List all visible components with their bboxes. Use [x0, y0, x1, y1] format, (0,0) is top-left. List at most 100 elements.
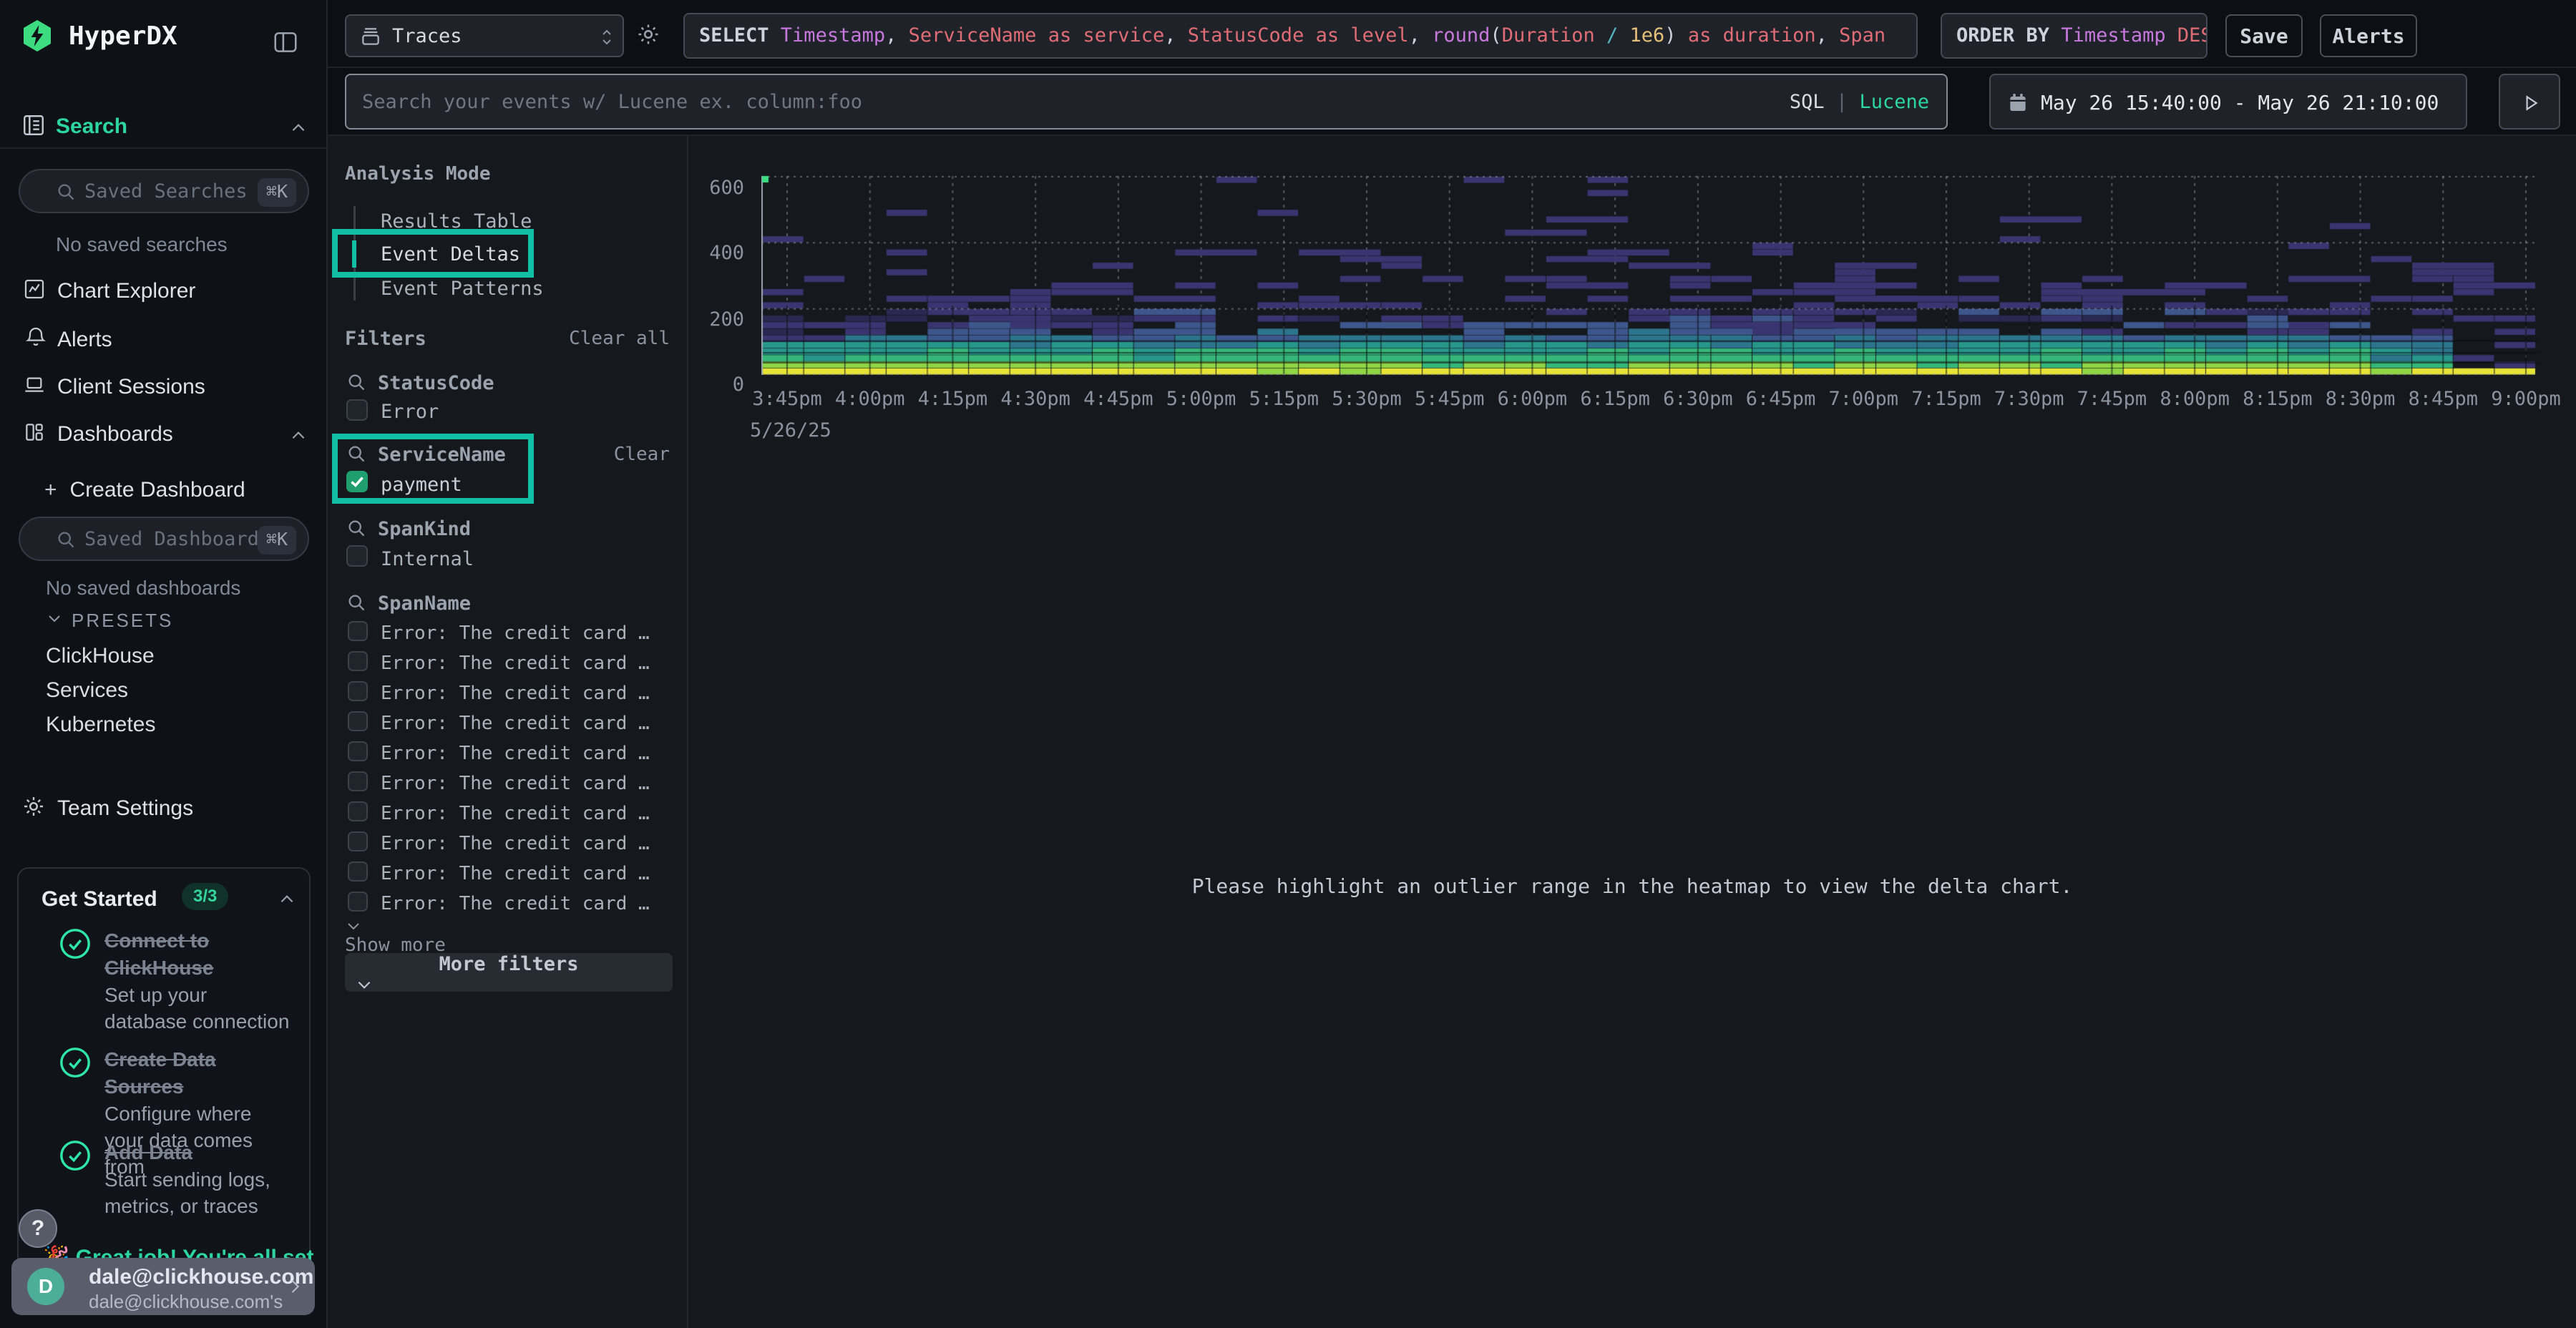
checkbox-error[interactable]: [346, 399, 368, 421]
saved-dashboards-input[interactable]: Saved Dashboards ⌘K: [19, 517, 309, 561]
get-started-progress-badge: 3/3: [182, 883, 228, 910]
sidebar-item-chart-explorer[interactable]: Chart Explorer: [57, 279, 195, 303]
search-icon: [56, 529, 76, 550]
get-started-item[interactable]: Add Data Start sending logs, metrics, or…: [59, 1139, 295, 1219]
span-name-row[interactable]: Error: The credit card …: [328, 860, 688, 890]
search-icon: [346, 372, 366, 392]
filter-group-servicename[interactable]: ServiceName: [378, 444, 506, 466]
checkbox-internal[interactable]: [346, 545, 368, 567]
span-name-option-label: Error: The credit card …: [381, 713, 650, 734]
clear-link[interactable]: Clear: [614, 444, 670, 465]
span-name-row[interactable]: Error: The credit card …: [328, 620, 688, 650]
x-tick-label: 6:00pm: [1498, 388, 1568, 410]
span-name-row[interactable]: Error: The credit card …: [328, 800, 688, 830]
show-more-link[interactable]: Show more: [345, 917, 446, 956]
x-axis-date: 5/26/25: [750, 419, 831, 441]
sidebar-item-client-sessions[interactable]: Client Sessions: [57, 375, 205, 399]
filter-group-spanname[interactable]: SpanName: [378, 592, 471, 615]
filter-option-payment[interactable]: payment: [381, 474, 462, 496]
sql-query-input[interactable]: SELECT Timestamp, ServiceName as service…: [683, 13, 1918, 59]
clear-all-link[interactable]: Clear all: [569, 328, 670, 349]
lang-toggle-sql[interactable]: SQL: [1790, 91, 1825, 113]
checkbox-span-name[interactable]: [348, 831, 368, 851]
saved-searches-input[interactable]: Saved Searches ⌘K: [19, 169, 309, 213]
check-icon: [348, 472, 366, 491]
mode-event-patterns[interactable]: Event Patterns: [381, 278, 544, 300]
search-icon: [346, 518, 366, 538]
avatar: D: [27, 1268, 64, 1305]
delta-chart-empty-message: Please highlight an outlier range in the…: [688, 874, 2576, 898]
preset-services[interactable]: Services: [46, 678, 128, 703]
active-mode-indicator: [352, 240, 356, 268]
span-name-row[interactable]: Error: The credit card …: [328, 740, 688, 770]
x-tick-label: 7:00pm: [1829, 388, 1899, 410]
plus-icon: +: [44, 478, 57, 502]
chevron-up-icon[interactable]: [278, 890, 296, 909]
no-saved-searches-note: No saved searches: [56, 233, 228, 256]
sidebar-item-team-settings[interactable]: Team Settings: [57, 796, 193, 821]
checkbox-payment[interactable]: [346, 471, 368, 492]
run-query-button[interactable]: [2499, 74, 2560, 130]
mode-event-deltas[interactable]: Event Deltas: [381, 243, 520, 265]
gear-icon[interactable]: [635, 21, 661, 47]
span-name-row[interactable]: Error: The credit card …: [328, 890, 688, 920]
checkbox-span-name[interactable]: [348, 861, 368, 882]
checkbox-span-name[interactable]: [348, 801, 368, 821]
span-name-row[interactable]: Error: The credit card …: [328, 710, 688, 740]
x-tick-label: 8:30pm: [2326, 388, 2396, 410]
filter-group-spankind[interactable]: SpanKind: [378, 518, 471, 540]
database-icon: [359, 25, 382, 48]
filter-option-internal[interactable]: Internal: [381, 548, 474, 570]
checkbox-span-name[interactable]: [348, 741, 368, 761]
heatmap-pane: 0200400600 3:45pm4:00pm4:15pm4:30pm4:45p…: [688, 136, 2576, 1328]
sidebar-collapse-icon[interactable]: [272, 29, 299, 56]
more-filters-button[interactable]: More filters: [345, 953, 673, 992]
chevron-up-icon[interactable]: [289, 119, 308, 137]
sidebar-item-dashboards[interactable]: Dashboards: [57, 422, 173, 446]
get-started-item-desc: Set up your database connection: [104, 982, 295, 1035]
checkbox-span-name[interactable]: [348, 892, 368, 912]
span-name-row[interactable]: Error: The credit card …: [328, 650, 688, 680]
presets-label[interactable]: PRESETS: [72, 610, 173, 632]
user-email: dale@clickhouse.com: [89, 1265, 313, 1289]
x-tick-label: 5:00pm: [1166, 388, 1236, 410]
get-started-card: Get Started 3/3 Connect to ClickHouse Se…: [17, 867, 311, 1281]
divider: [0, 147, 328, 149]
checkbox-span-name[interactable]: [348, 711, 368, 731]
mode-results-table[interactable]: Results Table: [381, 210, 532, 233]
search-icon: [346, 444, 366, 464]
span-name-row[interactable]: Error: The credit card …: [328, 680, 688, 710]
duration-heatmap[interactable]: [761, 169, 2537, 375]
order-by-input[interactable]: ORDER BY Timestamp DESC: [1941, 13, 2207, 59]
x-tick-label: 4:15pm: [918, 388, 988, 410]
chevron-up-icon[interactable]: [289, 426, 308, 445]
create-dashboard-button[interactable]: +Create Dashboard: [44, 478, 245, 502]
checkbox-span-name[interactable]: [348, 771, 368, 791]
get-started-item[interactable]: Connect to ClickHouse Set up your databa…: [59, 927, 295, 1035]
event-search-input[interactable]: Search your events w/ Lucene ex. column:…: [345, 74, 1948, 130]
checkbox-span-name[interactable]: [348, 651, 368, 671]
save-button[interactable]: Save: [2225, 14, 2303, 57]
span-name-row[interactable]: Error: The credit card …: [328, 770, 688, 800]
y-tick-label: 600: [688, 177, 744, 200]
preset-kubernetes[interactable]: Kubernetes: [46, 713, 155, 737]
preset-clickhouse[interactable]: ClickHouse: [46, 644, 155, 668]
span-name-row[interactable]: Error: The credit card …: [328, 830, 688, 860]
sidebar-item-search[interactable]: Search: [56, 114, 127, 139]
checkbox-span-name[interactable]: [348, 621, 368, 641]
query-toolbar: Traces SELECT Timestamp, ServiceName as …: [328, 0, 2576, 68]
filter-group-statuscode[interactable]: StatusCode: [378, 372, 494, 394]
help-button[interactable]: ?: [19, 1209, 57, 1248]
user-menu[interactable]: D dale@clickhouse.com dale@clickhouse.co…: [11, 1258, 315, 1315]
span-name-option-label: Error: The credit card …: [381, 863, 650, 884]
filter-panel: Analysis Mode Results Table Event Deltas…: [328, 136, 688, 1328]
alerts-button[interactable]: Alerts: [2320, 14, 2417, 57]
chevron-down-icon[interactable]: [46, 610, 63, 627]
span-name-option-label: Error: The credit card …: [381, 653, 650, 674]
source-select[interactable]: Traces: [345, 14, 624, 57]
sidebar-item-alerts[interactable]: Alerts: [57, 328, 112, 352]
filter-option-error[interactable]: Error: [381, 401, 439, 423]
lang-toggle-lucene[interactable]: Lucene: [1859, 91, 1929, 113]
checkbox-span-name[interactable]: [348, 681, 368, 701]
time-range-picker[interactable]: May 26 15:40:00 - May 26 21:10:00: [1989, 74, 2467, 130]
